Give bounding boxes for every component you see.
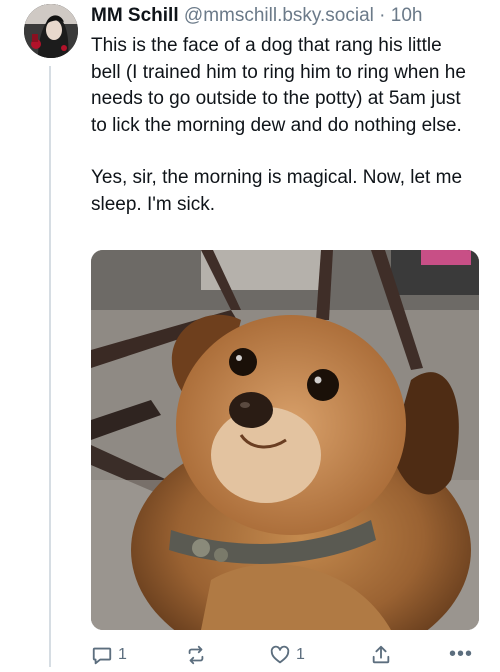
repost-button[interactable] <box>185 644 212 666</box>
more-options-button[interactable]: ••• <box>449 644 473 664</box>
like-count: 1 <box>296 646 305 663</box>
ellipsis-icon: ••• <box>449 643 474 665</box>
avatar-image <box>24 4 78 58</box>
post-timestamp[interactable]: 10h <box>391 5 423 26</box>
author-handle[interactable]: @mmschill.bsky.social <box>184 5 374 26</box>
share-button[interactable] <box>370 644 392 666</box>
thread-line <box>49 66 51 667</box>
post-actions: 1 1 ••• <box>91 644 481 672</box>
header-separator: · <box>379 5 386 26</box>
post-paragraph: Yes, sir, the morning is magical. Now, l… <box>91 167 463 215</box>
share-upload-icon <box>372 645 390 664</box>
post-paragraph: This is the face of a dog that rang his … <box>91 35 466 136</box>
post-image[interactable] <box>91 250 479 630</box>
dog-photo <box>91 250 479 630</box>
author-display-name[interactable]: MM Schill <box>91 5 179 26</box>
heart-icon <box>270 645 290 664</box>
post-header: MM Schill @mmschill.bsky.social · 10h <box>91 5 422 27</box>
reply-count: 1 <box>118 646 127 663</box>
speech-bubble-icon <box>92 647 112 665</box>
like-button[interactable]: 1 <box>269 644 305 666</box>
avatar[interactable] <box>24 4 78 58</box>
repost-arrows-icon <box>188 645 204 665</box>
post-body: This is the face of a dog that rang his … <box>91 33 476 218</box>
reply-button[interactable]: 1 <box>91 644 127 666</box>
